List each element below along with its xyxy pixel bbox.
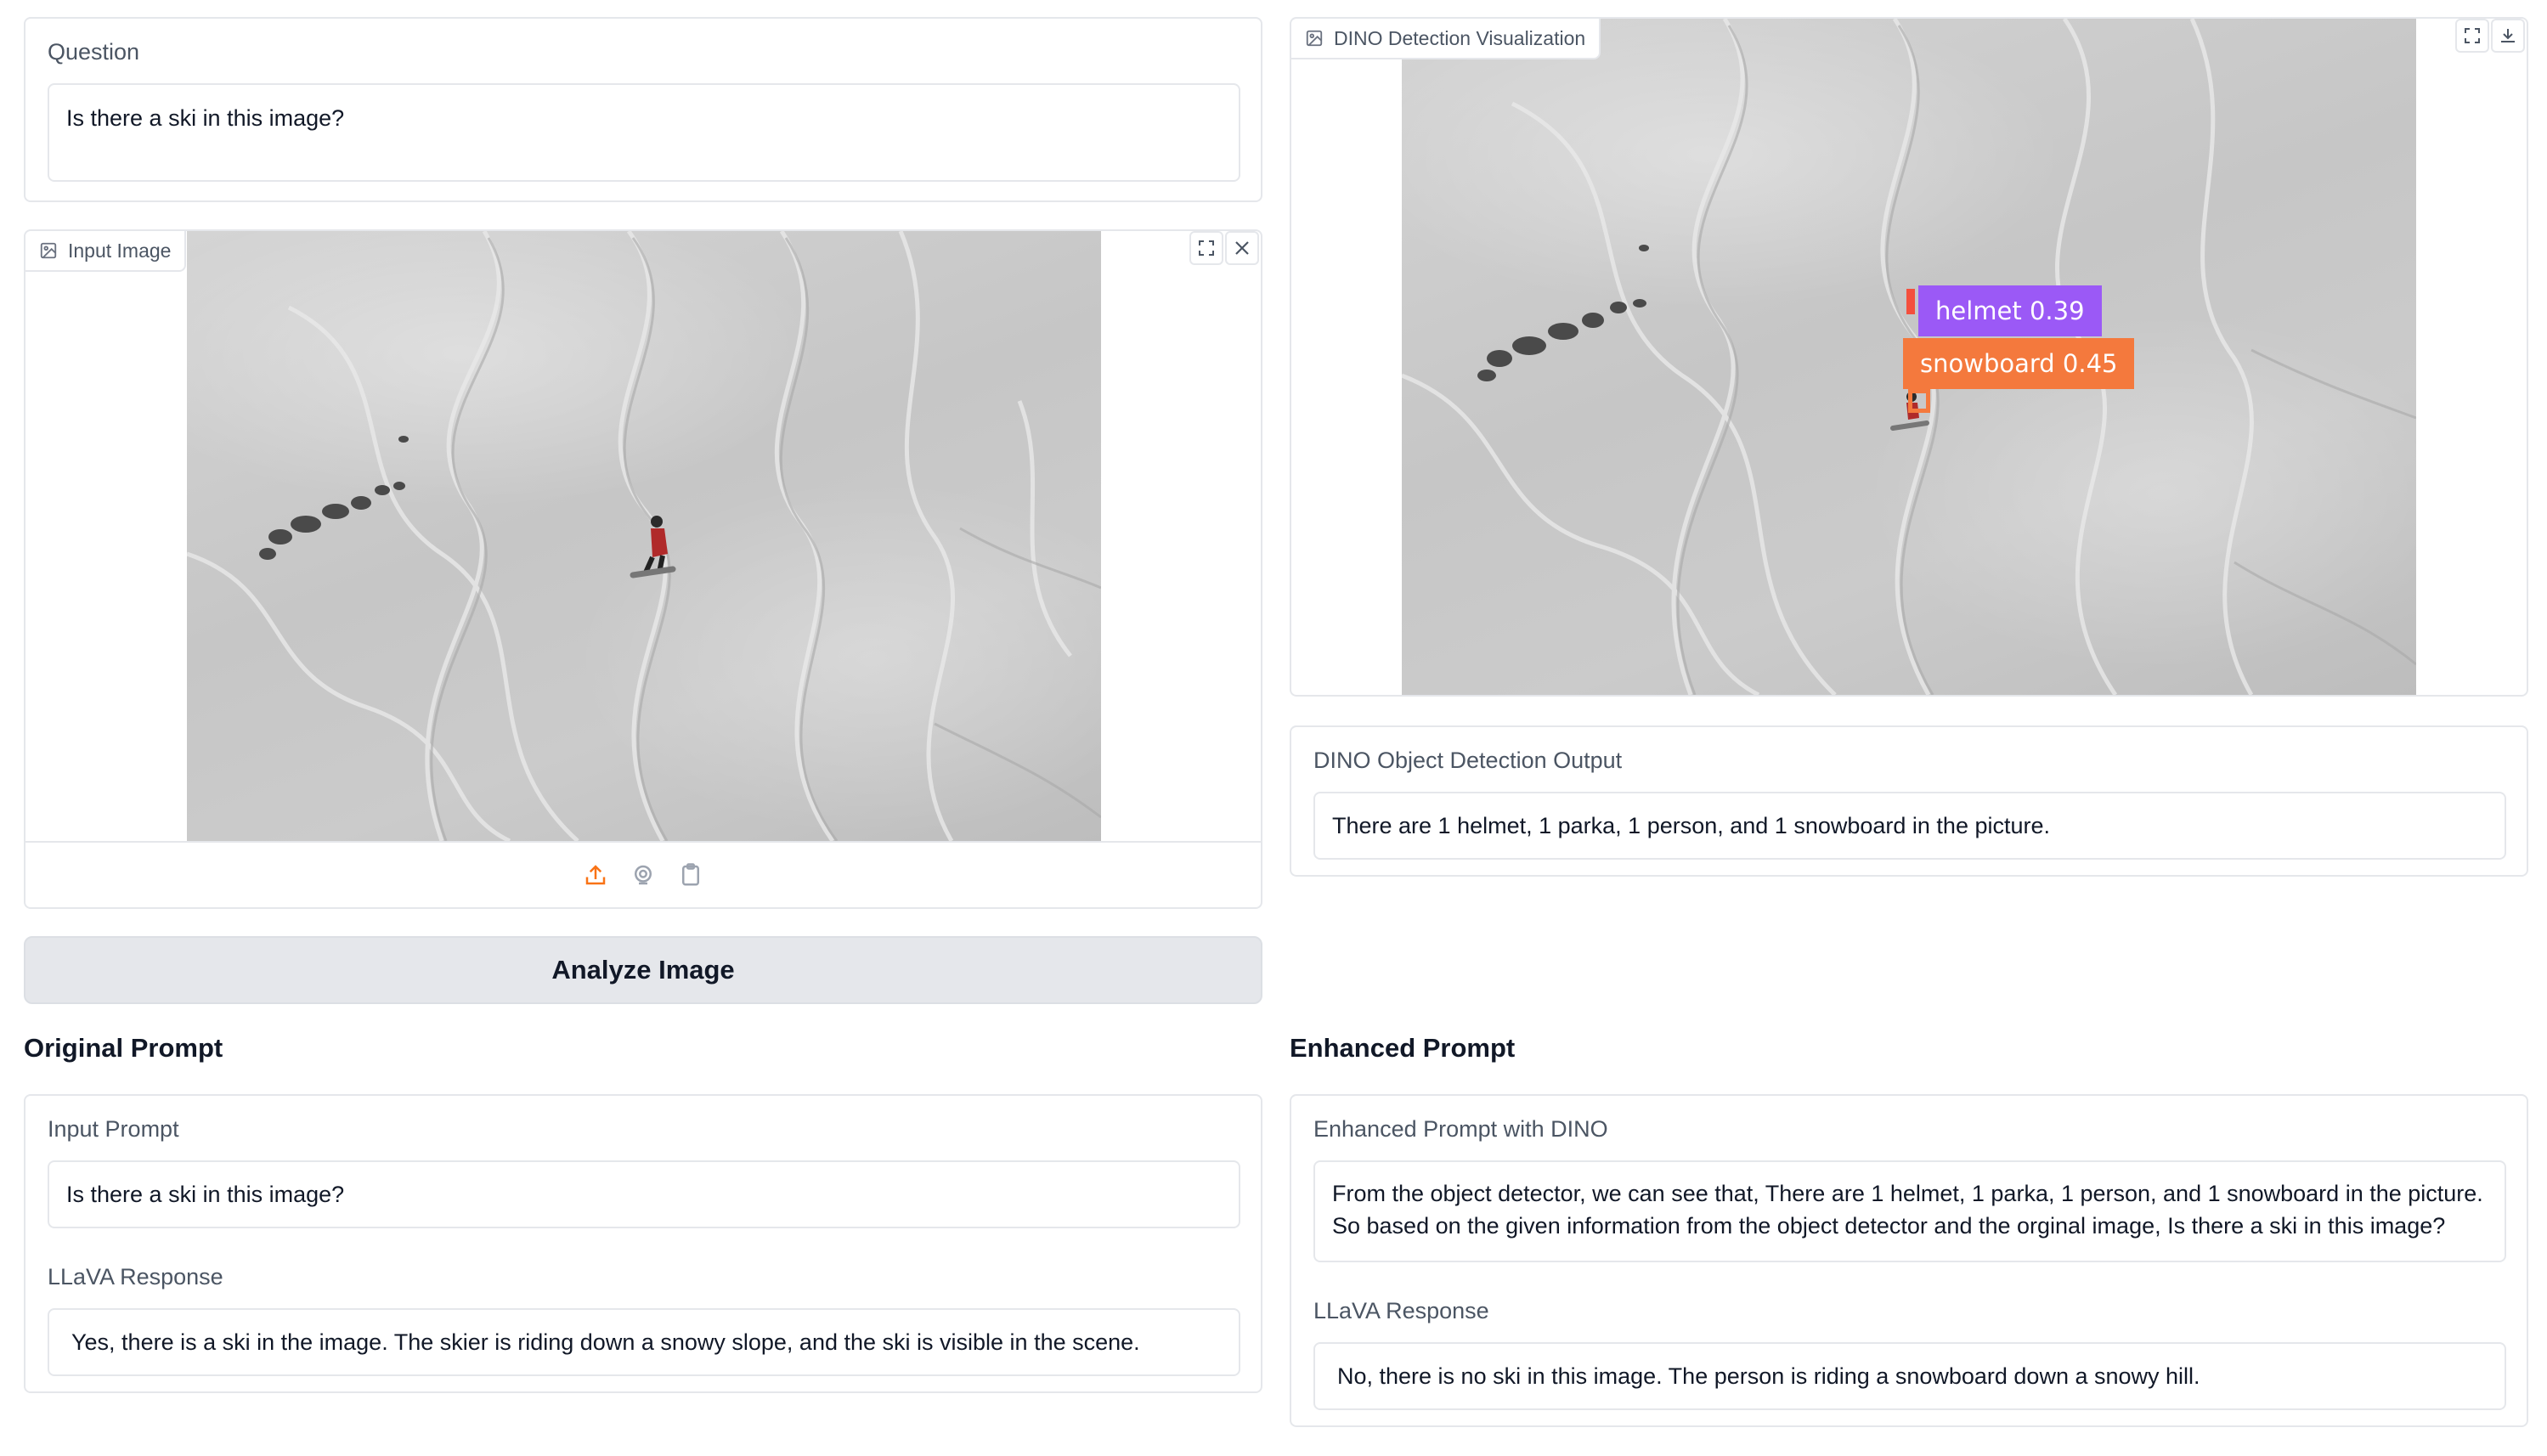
enhanced-prompt-panel: Enhanced Prompt with DINO From the objec… bbox=[1290, 1094, 2528, 1427]
download-button[interactable] bbox=[2491, 19, 2525, 53]
detection-visualization-label: DINO Detection Visualization bbox=[1334, 26, 1586, 49]
detection-output-label: DINO Object Detection Output bbox=[1313, 748, 1623, 773]
detection-output-panel: DINO Object Detection Output There are 1… bbox=[1290, 725, 2528, 877]
original-prompt-panel: Input Prompt Is there a ski in this imag… bbox=[24, 1094, 1262, 1393]
input-image-label: Input Image bbox=[68, 239, 172, 262]
question-label: Question bbox=[48, 39, 140, 65]
image-source-bar bbox=[25, 841, 1261, 907]
enhanced-llava-response-label: LLaVA Response bbox=[1313, 1298, 1489, 1323]
input-image-canvas[interactable] bbox=[187, 231, 1101, 841]
fullscreen-icon bbox=[2465, 28, 2480, 43]
webcam-button[interactable] bbox=[629, 861, 658, 889]
snowboard-detection-label: snowboard 0.45 bbox=[1903, 338, 2135, 389]
question-input[interactable]: Is there a ski in this image? bbox=[48, 83, 1240, 182]
download-icon bbox=[2501, 29, 2515, 42]
helmet-detection-label: helmet 0.39 bbox=[1918, 285, 2102, 336]
input-prompt-label: Input Prompt bbox=[48, 1116, 179, 1142]
llava-response-field[interactable]: Yes, there is a ski in the image. The sk… bbox=[48, 1308, 1240, 1376]
fullscreen-icon bbox=[1199, 240, 1214, 256]
snowboard-detection-box bbox=[1908, 389, 1930, 413]
detection-visualization-panel: DINO Detection Visualization helmet 0.39… bbox=[1290, 17, 2528, 697]
detection-visualization-tag: DINO Detection Visualization bbox=[1291, 19, 1601, 59]
snow-tracks-graphic bbox=[187, 231, 1101, 841]
input-prompt-field[interactable]: Is there a ski in this image? bbox=[48, 1160, 1240, 1228]
input-image-panel[interactable]: Input Image bbox=[24, 229, 1262, 909]
helmet-detection-box bbox=[1906, 289, 1915, 314]
fullscreen-button[interactable] bbox=[1189, 231, 1223, 265]
image-icon bbox=[1306, 30, 1323, 47]
enhanced-prompt-heading: Enhanced Prompt bbox=[1290, 1033, 1516, 1063]
webcam-icon bbox=[635, 865, 652, 885]
detection-output-field[interactable]: There are 1 helmet, 1 parka, 1 person, a… bbox=[1313, 792, 2506, 860]
question-panel: Question Is there a ski in this image? bbox=[24, 17, 1262, 202]
image-icon bbox=[40, 242, 57, 259]
input-image-tag: Input Image bbox=[25, 231, 187, 272]
clipboard-icon bbox=[682, 863, 699, 886]
close-icon bbox=[1235, 241, 1249, 255]
fullscreen-button[interactable] bbox=[2455, 19, 2489, 53]
upload-icon bbox=[585, 865, 606, 885]
upload-button[interactable] bbox=[581, 861, 610, 889]
enhanced-prompt-field[interactable]: From the object detector, we can see tha… bbox=[1313, 1160, 2506, 1262]
llava-response-label: LLaVA Response bbox=[48, 1264, 223, 1290]
original-prompt-heading: Original Prompt bbox=[24, 1033, 223, 1063]
clear-image-button[interactable] bbox=[1225, 231, 1259, 265]
clipboard-button[interactable] bbox=[676, 861, 705, 889]
enhanced-llava-response-field[interactable]: No, there is no ski in this image. The p… bbox=[1313, 1342, 2506, 1410]
analyze-image-button[interactable]: Analyze Image bbox=[24, 936, 1262, 1004]
enhanced-prompt-label: Enhanced Prompt with DINO bbox=[1313, 1116, 1608, 1142]
